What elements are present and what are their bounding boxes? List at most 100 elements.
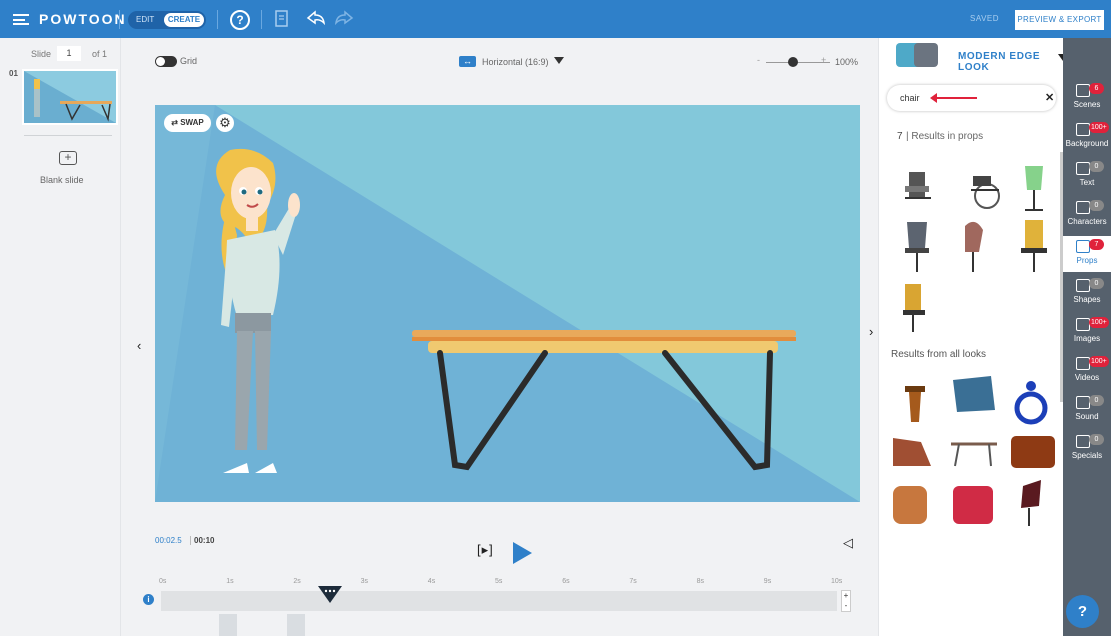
mode-toggle[interactable]: EDIT CREATE [128,11,206,29]
play-step-button[interactable]: [▸] [477,542,494,558]
prop-podium[interactable] [905,386,925,422]
nav-item-images[interactable]: 100+ Images [1063,314,1111,350]
timeline-object-character[interactable] [219,614,237,636]
prop-office-chair-grey[interactable] [905,222,929,272]
add-blank-slide-icon[interactable]: + [59,151,77,165]
playhead[interactable] [318,586,342,603]
nav-item-label: Videos [1074,373,1100,382]
edit-mode-label[interactable]: EDIT [136,15,154,24]
nav-item-specials[interactable]: 0 Specials [1063,431,1111,467]
count-badge: 0 [1089,161,1104,172]
sound-icon [1076,396,1090,409]
total-time: 00:10 [194,536,215,545]
prop-wheelchair-1[interactable] [905,172,931,199]
blank-slide-label[interactable]: Blank slide [40,175,84,185]
scenes-icon [1076,84,1090,97]
count-badge: 100+ [1089,122,1109,133]
chevron-left-icon[interactable]: ‹ [137,338,141,353]
nav-item-scenes[interactable]: 6 Scenes [1063,80,1111,116]
zoom-slider-handle[interactable] [788,57,798,67]
stage-canvas[interactable]: ⇄ SWAP ⚙ [155,105,860,502]
close-icon[interactable]: ✕ [1045,91,1054,104]
count-badge: 100+ [1089,356,1109,367]
annotation-arrow [930,93,977,103]
timeline-tick-label: 7s [629,578,637,585]
zoom-in-icon[interactable]: + [844,591,849,600]
swap-label[interactable]: SWAP [180,118,204,127]
timeline-object-table[interactable] [287,614,305,636]
zoom-in-icon[interactable]: + [821,55,826,65]
prop-green-chair[interactable] [1025,166,1043,211]
timeline-zoom[interactable]: + - [841,590,851,612]
style-selector[interactable]: MODERN EDGE LOOK [879,38,1063,74]
orientation-icon[interactable]: ↔ [459,56,476,67]
nav-item-label: Specials [1071,451,1103,460]
zoom-out-icon[interactable]: - [757,55,760,65]
timeline-tick-label: 8s [696,578,704,585]
slide-total: of 1 [92,49,108,59]
timeline-tick-label: 10s [831,578,843,585]
nav-item-label: Shapes [1073,295,1101,304]
nav-item-characters[interactable]: 0 Characters [1063,197,1111,233]
search-value[interactable]: chair [900,93,920,103]
create-mode-label[interactable]: CREATE [164,13,204,27]
timeline-ruler: 0s 1s 2s 3s 4s 5s 6s 7s 8s 9s 10s [159,578,849,590]
timeline-tick-label: 2s [293,578,301,585]
orientation-selector[interactable]: Horizontal (16:9) [482,57,549,67]
prop-armchair-pattern[interactable] [893,486,927,524]
nav-item-background[interactable]: 100+ Background [1063,119,1111,155]
nav-item-props[interactable]: 7 Props [1063,236,1111,272]
prop-office-chair-yellow[interactable] [1021,220,1047,272]
current-time: 00:02.5 [155,536,182,545]
preview-export-button[interactable]: PREVIEW & EXPORT [1015,10,1104,30]
timeline-tick-label: 1s [226,578,234,585]
timeline-tick-label: 4s [427,578,436,585]
timeline-tick-label: 0s [159,578,167,585]
info-icon[interactable]: i [143,594,154,605]
library-panel: MODERN EDGE LOOK chair ✕ 7 | Results in … [878,38,1063,636]
swap-button[interactable]: ⇄ SWAP [164,114,211,132]
count-badge: 6 [1089,83,1104,94]
chevron-right-icon[interactable]: › [869,324,873,339]
nav-item-videos[interactable]: 100+ Videos [1063,353,1111,389]
prop-armchair-red[interactable] [953,486,993,524]
prop-wheelchair-2[interactable] [971,176,1000,209]
timeline-track[interactable] [161,591,837,611]
gear-icon[interactable]: ⚙ [216,114,234,132]
nav-item-label: Background [1065,139,1109,148]
notes-icon[interactable] [272,10,292,30]
undo-icon[interactable] [306,10,326,30]
prop-modern-chair-brown[interactable] [965,221,983,272]
timeline-tick-label: 3s [360,578,368,585]
search-input[interactable]: chair ✕ [887,85,1056,111]
canvas-area: Grid ↔ Horizontal (16:9) - + 100% ⇄ SWAP… [121,38,878,528]
nav-item-shapes[interactable]: 0 Shapes [1063,275,1111,311]
prop-office-chair-yellow-2[interactable] [903,284,925,332]
prop-chair-dark-red[interactable] [1021,480,1041,526]
sound-icon[interactable]: ◁ [843,535,853,551]
prop-chair-brown[interactable] [893,438,931,466]
zoom-out-icon[interactable]: - [845,601,848,610]
prop-accessibility-icon[interactable] [1014,381,1048,425]
prop-armchair-brown[interactable] [1011,436,1055,468]
slide-thumbnail[interactable] [22,69,118,125]
menu-icon[interactable] [13,14,29,25]
results-label: | Results in props [906,131,984,142]
slide-number-input[interactable]: 1 [57,46,81,61]
help-icon[interactable]: ? [230,10,250,30]
divider [24,135,112,136]
prop-armchair-blue[interactable] [953,376,995,412]
grid-toggle[interactable] [155,56,177,67]
play-icon[interactable] [513,542,532,564]
shapes-icon [1076,279,1090,292]
chevron-down-icon[interactable] [554,57,564,64]
help-button[interactable]: ? [1066,595,1099,628]
results-count: 7 [897,131,903,142]
nav-item-text[interactable]: 0 Text [1063,158,1111,194]
style-name[interactable]: MODERN EDGE LOOK [958,51,1063,73]
redo-icon[interactable] [334,10,354,30]
count-badge: 0 [1089,278,1104,289]
timeline: 00:02.5 00:10 [▸] ◁ 0s 1s 2s 3s 4s 5s 6s 7s 8s 9s… [121,528,878,636]
prop-table-small[interactable] [951,442,997,467]
nav-item-sound[interactable]: 0 Sound [1063,392,1111,428]
